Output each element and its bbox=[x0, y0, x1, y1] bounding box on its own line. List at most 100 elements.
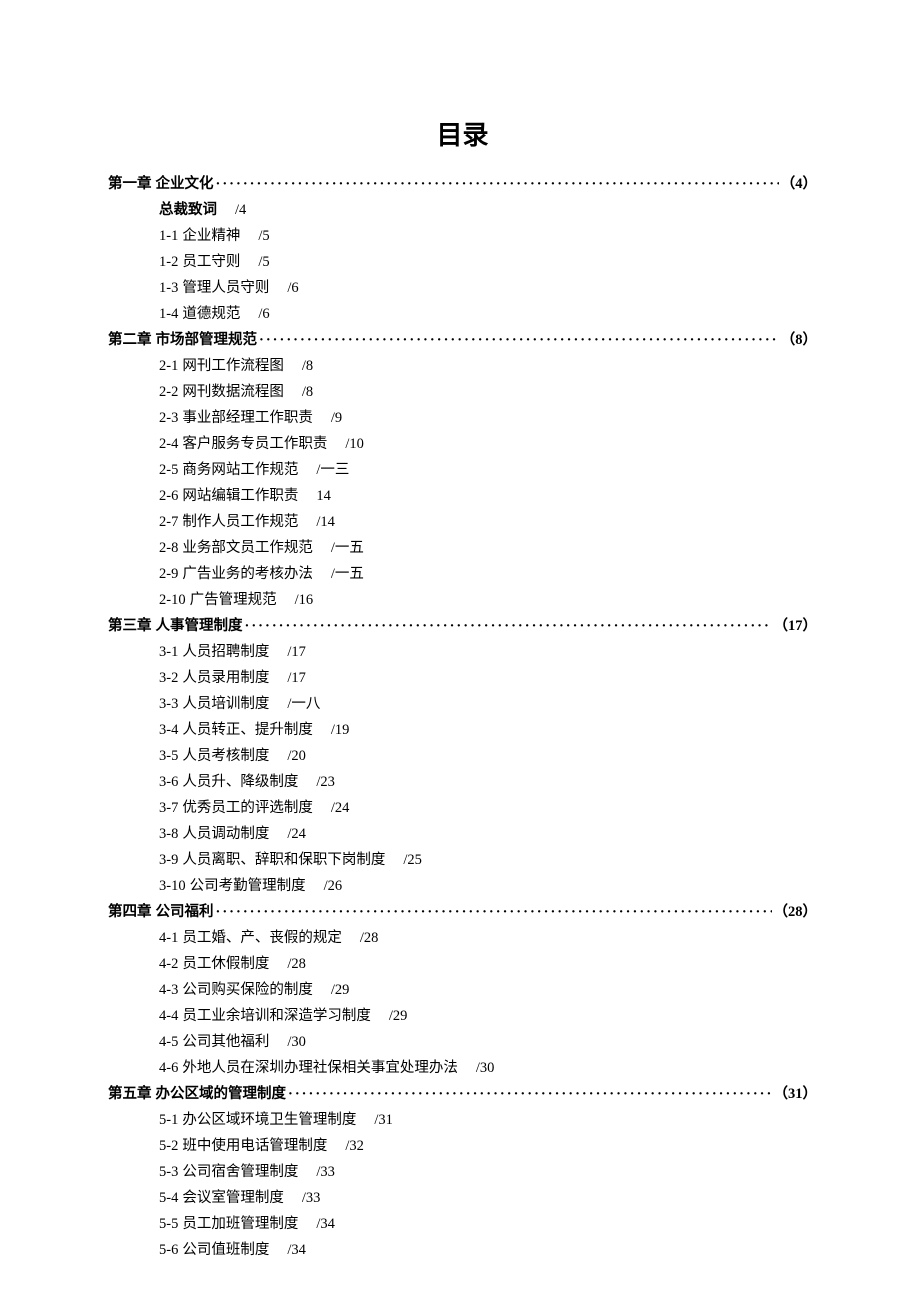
item-index: 2-6 bbox=[159, 488, 178, 504]
item-name: 人员培训制度 bbox=[182, 696, 269, 712]
item-name: 道德规范 bbox=[182, 306, 240, 322]
item-name: 人员考核制度 bbox=[182, 748, 269, 764]
chapter-name: 人事管理制度 bbox=[156, 614, 243, 635]
item-name: 公司值班制度 bbox=[182, 1242, 269, 1258]
item-page: /一三 bbox=[316, 462, 349, 478]
item-page: /19 bbox=[331, 722, 350, 738]
item-index: 2-8 bbox=[159, 540, 178, 556]
toc-item: 1-3管理人员守则/6 bbox=[159, 276, 817, 297]
toc-item: 3-1人员招聘制度/17 bbox=[159, 640, 817, 661]
item-index: 1-1 bbox=[159, 228, 178, 244]
item-index: 3-2 bbox=[159, 670, 178, 686]
item-index: 4-2 bbox=[159, 956, 178, 972]
chapter-name: 企业文化 bbox=[156, 172, 214, 193]
chapter-label: 第一章 bbox=[108, 172, 152, 193]
item-index: 1-2 bbox=[159, 254, 178, 270]
item-name: 员工婚、产、丧假的规定 bbox=[182, 930, 342, 946]
item-name: 广告管理规范 bbox=[190, 592, 277, 608]
toc-item: 3-10公司考勤管理制度/26 bbox=[159, 874, 817, 895]
item-index: 2-9 bbox=[159, 566, 178, 582]
item-name: 办公区域环境卫生管理制度 bbox=[182, 1112, 356, 1128]
leader-dots: ········································… bbox=[259, 332, 779, 349]
item-index: 3-1 bbox=[159, 644, 178, 660]
toc-item: 4-5公司其他福利/30 bbox=[159, 1030, 817, 1051]
item-name: 事业部经理工作职责 bbox=[182, 410, 313, 426]
leader-dots: ········································… bbox=[216, 904, 772, 921]
item-page: /30 bbox=[476, 1060, 495, 1076]
intro-row: 总裁致词/4 bbox=[159, 198, 817, 219]
toc-item: 2-10广告管理规范/16 bbox=[159, 588, 817, 609]
toc-item: 1-1企业精神/5 bbox=[159, 224, 817, 245]
item-page: /29 bbox=[331, 982, 350, 998]
item-page: /28 bbox=[287, 956, 306, 972]
item-page: /8 bbox=[302, 358, 313, 374]
chapter-row: 第一章企业文化·································… bbox=[108, 172, 817, 193]
item-index: 5-4 bbox=[159, 1190, 178, 1206]
chapter-page: （8） bbox=[781, 328, 817, 349]
item-name: 网刊数据流程图 bbox=[182, 384, 284, 400]
item-page: /24 bbox=[331, 800, 350, 816]
chapter-row: 第四章公司福利·································… bbox=[108, 900, 817, 921]
item-page: /32 bbox=[345, 1138, 364, 1154]
item-index: 5-1 bbox=[159, 1112, 178, 1128]
item-index: 1-4 bbox=[159, 306, 178, 322]
leader-dots: ········································… bbox=[245, 618, 772, 635]
toc-item: 1-2员工守则/5 bbox=[159, 250, 817, 271]
toc-item: 2-7制作人员工作规范/14 bbox=[159, 510, 817, 531]
item-page: /33 bbox=[316, 1164, 335, 1180]
item-index: 5-5 bbox=[159, 1216, 178, 1232]
item-index: 4-5 bbox=[159, 1034, 178, 1050]
item-page: /9 bbox=[331, 410, 342, 426]
item-index: 2-3 bbox=[159, 410, 178, 426]
item-index: 2-5 bbox=[159, 462, 178, 478]
item-name: 人员招聘制度 bbox=[182, 644, 269, 660]
toc-item: 5-4会议室管理制度/33 bbox=[159, 1186, 817, 1207]
item-name: 公司其他福利 bbox=[182, 1034, 269, 1050]
item-name: 公司宿舍管理制度 bbox=[182, 1164, 298, 1180]
toc-item: 5-3公司宿舍管理制度/33 bbox=[159, 1160, 817, 1181]
leader-dots: ········································… bbox=[288, 1086, 772, 1103]
item-page: /6 bbox=[258, 306, 269, 322]
toc-item: 3-4人员转正、提升制度/19 bbox=[159, 718, 817, 739]
item-index: 2-7 bbox=[159, 514, 178, 530]
item-page: /5 bbox=[258, 228, 269, 244]
toc-item: 3-5人员考核制度/20 bbox=[159, 744, 817, 765]
leader-dots: ········································… bbox=[216, 176, 779, 193]
chapter-label: 第三章 bbox=[108, 614, 152, 635]
toc-item: 2-9广告业务的考核办法/一五 bbox=[159, 562, 817, 583]
toc-item: 2-2网刊数据流程图/8 bbox=[159, 380, 817, 401]
item-page: /33 bbox=[302, 1190, 321, 1206]
item-page: /14 bbox=[316, 514, 335, 530]
item-page: /一五 bbox=[331, 566, 364, 582]
item-page: /34 bbox=[316, 1216, 335, 1232]
toc-title: 目录 bbox=[108, 115, 817, 152]
chapter-page: （28） bbox=[774, 900, 818, 921]
item-page: 14 bbox=[316, 488, 331, 504]
toc-item: 4-2员工休假制度/28 bbox=[159, 952, 817, 973]
item-index: 1-3 bbox=[159, 280, 178, 296]
toc-item: 5-2班中使用电话管理制度/32 bbox=[159, 1134, 817, 1155]
item-name: 管理人员守则 bbox=[182, 280, 269, 296]
chapter-page: （31） bbox=[774, 1082, 818, 1103]
item-page: /一八 bbox=[287, 696, 320, 712]
item-name: 外地人员在深圳办理社保相关事宜处理办法 bbox=[182, 1060, 458, 1076]
chapter-row: 第三章人事管理制度·······························… bbox=[108, 614, 817, 635]
item-page: /34 bbox=[287, 1242, 306, 1258]
item-page: /8 bbox=[302, 384, 313, 400]
item-index: 3-8 bbox=[159, 826, 178, 842]
toc-item: 3-6人员升、降级制度/23 bbox=[159, 770, 817, 791]
toc-item: 2-3事业部经理工作职责/9 bbox=[159, 406, 817, 427]
item-page: /6 bbox=[287, 280, 298, 296]
chapter-name: 办公区域的管理制度 bbox=[156, 1082, 287, 1103]
item-page: /26 bbox=[324, 878, 343, 894]
toc-item: 4-6外地人员在深圳办理社保相关事宜处理办法/30 bbox=[159, 1056, 817, 1077]
item-name: 广告业务的考核办法 bbox=[182, 566, 313, 582]
toc-item: 2-5商务网站工作规范/一三 bbox=[159, 458, 817, 479]
item-name: 员工加班管理制度 bbox=[182, 1216, 298, 1232]
item-name: 商务网站工作规范 bbox=[182, 462, 298, 478]
item-name: 人员转正、提升制度 bbox=[182, 722, 313, 738]
item-page: /16 bbox=[295, 592, 314, 608]
item-page: /5 bbox=[258, 254, 269, 270]
item-index: 5-2 bbox=[159, 1138, 178, 1154]
item-index: 4-3 bbox=[159, 982, 178, 998]
